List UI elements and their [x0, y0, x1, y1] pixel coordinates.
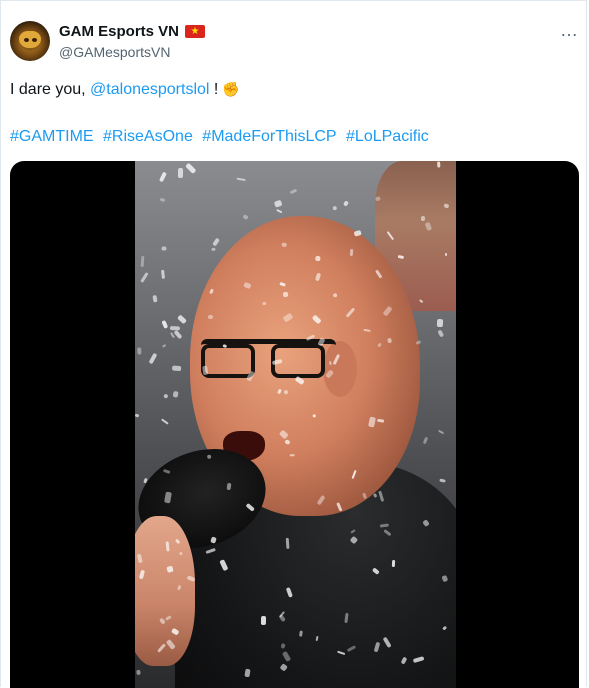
confetti-speck: [173, 391, 179, 398]
hashtag-link[interactable]: #LoLPacific: [346, 128, 429, 145]
avatar-mascot: [19, 31, 41, 51]
confetti-speck: [137, 348, 142, 355]
confetti-speck: [159, 171, 168, 182]
avatar[interactable]: [10, 21, 50, 61]
author-row: GAM Esports VN ★: [59, 23, 206, 40]
confetti-speck: [185, 162, 197, 174]
confetti-speck: [161, 270, 166, 280]
hashtag-link[interactable]: #RiseAsOne: [103, 128, 193, 145]
tweet-text-suffix: !: [209, 81, 219, 98]
confetti-speck: [140, 255, 145, 268]
fist-emoji-icon: ✊: [222, 81, 240, 97]
confetti-speck: [177, 167, 183, 178]
author-handle[interactable]: @GAMesportsVN: [59, 44, 170, 60]
confetti-speck: [242, 214, 249, 221]
avatar-eye: [24, 38, 29, 42]
confetti-speck: [343, 200, 349, 207]
tweet-media[interactable]: [10, 161, 579, 688]
tweet-text-prefix: I dare you,: [10, 81, 91, 98]
confetti-speck: [135, 413, 140, 418]
hashtag-link[interactable]: #GAMTIME: [10, 128, 94, 145]
more-options-icon[interactable]: …: [560, 21, 579, 39]
confetti-speck: [211, 248, 216, 252]
glasses-lens: [271, 344, 325, 378]
confetti-speck: [161, 319, 169, 329]
confetti-speck: [275, 208, 283, 214]
confetti-speck: [135, 669, 142, 676]
mention-link[interactable]: @talonesportslol: [90, 81, 209, 98]
photo-hand: [135, 516, 195, 666]
confetti-speck: [163, 392, 169, 399]
confetti-speck: [289, 188, 298, 195]
hashtag-row: #GAMTIME #RiseAsOne #MadeForThisLCP #LoL…: [10, 127, 434, 147]
avatar-eye: [32, 38, 37, 42]
confetti-speck: [149, 352, 158, 365]
confetti-speck: [439, 478, 446, 483]
vietnam-flag-icon: ★: [185, 25, 206, 38]
photo-glasses: [201, 339, 336, 378]
hashtag-link[interactable]: #MadeForThisLCP: [202, 128, 336, 145]
confetti-speck: [332, 205, 338, 211]
confetti-speck: [437, 429, 445, 434]
confetti-speck: [161, 419, 170, 426]
confetti-speck: [161, 246, 167, 251]
confetti-speck: [140, 271, 150, 283]
flag-star: ★: [190, 25, 200, 37]
confetti-speck: [436, 318, 443, 328]
confetti-speck: [152, 294, 158, 303]
confetti-speck: [169, 325, 181, 330]
tweet-text: I dare you, @talonesportslol ! ✊: [10, 79, 240, 100]
confetti-speck: [172, 365, 182, 372]
confetti-speck: [273, 199, 283, 208]
confetti-speck: [212, 238, 221, 248]
confetti-speck: [236, 177, 246, 182]
confetti-speck: [437, 329, 444, 338]
confetti-speck: [423, 436, 429, 445]
confetti-speck: [177, 315, 187, 325]
author-display-name[interactable]: GAM Esports VN: [59, 23, 179, 40]
confetti-speck: [162, 344, 167, 349]
confetti-speck: [159, 197, 166, 202]
confetti-speck: [173, 329, 183, 340]
confetti-speck: [169, 331, 175, 339]
media-photo: [135, 161, 456, 688]
glasses-lens: [201, 344, 255, 378]
tweet-card[interactable]: GAM Esports VN ★ @GAMesportsVN … I dare …: [0, 0, 587, 688]
